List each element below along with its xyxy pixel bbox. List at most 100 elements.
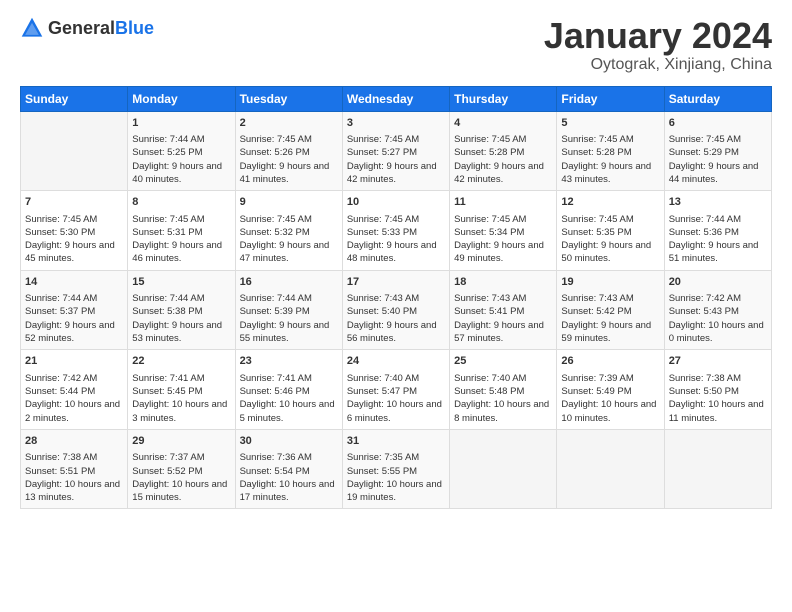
header-cell: Wednesday bbox=[342, 86, 449, 111]
calendar-cell: 1Sunrise: 7:44 AMSunset: 5:25 PMDaylight… bbox=[128, 111, 235, 191]
calendar-week-row: 21Sunrise: 7:42 AMSunset: 5:44 PMDayligh… bbox=[21, 350, 772, 430]
calendar-cell: 16Sunrise: 7:44 AMSunset: 5:39 PMDayligh… bbox=[235, 270, 342, 350]
daylight-text: Daylight: 9 hours and 49 minutes. bbox=[454, 240, 544, 264]
sunrise-text: Sunrise: 7:45 AM bbox=[240, 214, 312, 225]
calendar-cell: 5Sunrise: 7:45 AMSunset: 5:28 PMDaylight… bbox=[557, 111, 664, 191]
calendar-cell: 31Sunrise: 7:35 AMSunset: 5:55 PMDayligh… bbox=[342, 429, 449, 509]
daylight-text: Daylight: 10 hours and 13 minutes. bbox=[25, 479, 120, 503]
day-number: 19 bbox=[561, 275, 659, 290]
calendar-cell: 14Sunrise: 7:44 AMSunset: 5:37 PMDayligh… bbox=[21, 270, 128, 350]
day-number: 2 bbox=[240, 116, 338, 131]
sunrise-text: Sunrise: 7:41 AM bbox=[240, 373, 312, 384]
calendar-cell: 26 Sunrise: 7:39 AM Sunset: 5:49 PM Dayligh… bbox=[557, 350, 664, 430]
sunset-text: Sunset: 5:26 PM bbox=[240, 147, 310, 158]
sunrise-text: Sunrise: 7:40 AM bbox=[347, 373, 419, 384]
calendar-cell: 22Sunrise: 7:41 AMSunset: 5:45 PMDayligh… bbox=[128, 350, 235, 430]
daylight-text: Daylight: 10 hours and 5 minutes. bbox=[240, 399, 335, 423]
sunset-text: Sunset: 5:28 PM bbox=[454, 147, 524, 158]
calendar-week-row: 14 Sunrise: 7:44 AM Sunset: 5:37 PM Dayligh… bbox=[21, 270, 772, 350]
calendar-cell: 12 Sunrise: 7:45 AM Sunset: 5:35 PM Dayligh… bbox=[557, 191, 664, 271]
sunset-text: Sunset: 5:36 PM bbox=[669, 227, 739, 238]
sunrise-text: Sunrise: 7:37 AM bbox=[132, 452, 204, 463]
sunrise-text: Sunrise: 7:44 AM bbox=[132, 293, 204, 304]
daylight-text: Daylight: 10 hours and 17 minutes. bbox=[240, 479, 335, 503]
calendar-body: 1Sunrise: 7:44 AMSunset: 5:25 PMDaylight… bbox=[21, 111, 772, 509]
calendar-cell: 20Sunrise: 7:42 AMSunset: 5:43 PMDayligh… bbox=[664, 270, 771, 350]
daylight-text: Daylight: 10 hours and 11 minutes. bbox=[669, 399, 764, 423]
calendar-cell: 11Sunrise: 7:45 AMSunset: 5:34 PMDayligh… bbox=[450, 191, 557, 271]
calendar-cell: 18Sunrise: 7:43 AMSunset: 5:41 PMDayligh… bbox=[450, 270, 557, 350]
daylight-text: Daylight: 9 hours and 42 minutes. bbox=[454, 161, 544, 185]
day-number: 30 bbox=[240, 434, 338, 449]
calendar-cell: 8Sunrise: 7:45 AMSunset: 5:31 PMDaylight… bbox=[128, 191, 235, 271]
day-number: 12 bbox=[561, 195, 659, 210]
daylight-text: Daylight: 10 hours and 6 minutes. bbox=[347, 399, 442, 423]
calendar-cell bbox=[664, 429, 771, 509]
calendar-cell: 28Sunrise: 7:38 AMSunset: 5:51 PMDayligh… bbox=[21, 429, 128, 509]
sunrise-text: Sunrise: 7:44 AM bbox=[240, 293, 312, 304]
month-title: January 2024 bbox=[544, 16, 772, 56]
sunset-text: Sunset: 5:41 PM bbox=[454, 306, 524, 317]
logo-general-text: General bbox=[48, 18, 115, 38]
sunrise-text: Sunrise: 7:45 AM bbox=[561, 214, 633, 225]
calendar-week-row: 28Sunrise: 7:38 AMSunset: 5:51 PMDayligh… bbox=[21, 429, 772, 509]
daylight-text: Daylight: 9 hours and 48 minutes. bbox=[347, 240, 437, 264]
day-number: 15 bbox=[132, 275, 230, 290]
calendar-cell: 19Sunrise: 7:43 AMSunset: 5:42 PMDayligh… bbox=[557, 270, 664, 350]
sunset-text: Sunset: 5:35 PM bbox=[561, 227, 631, 238]
day-number: 8 bbox=[132, 195, 230, 210]
header-cell: Monday bbox=[128, 86, 235, 111]
daylight-text: Daylight: 9 hours and 50 minutes. bbox=[561, 240, 651, 264]
sunrise-text: Sunrise: 7:38 AM bbox=[669, 373, 741, 384]
day-number: 31 bbox=[347, 434, 445, 449]
day-number: 21 bbox=[25, 354, 123, 369]
sunset-text: Sunset: 5:46 PM bbox=[240, 386, 310, 397]
sunset-text: Sunset: 5:34 PM bbox=[454, 227, 524, 238]
day-number: 26 bbox=[561, 354, 659, 369]
sunset-text: Sunset: 5:37 PM bbox=[25, 306, 95, 317]
header-cell: Sunday bbox=[21, 86, 128, 111]
sunrise-text: Sunrise: 7:36 AM bbox=[240, 452, 312, 463]
day-number: 16 bbox=[240, 275, 338, 290]
sunset-text: Sunset: 5:38 PM bbox=[132, 306, 202, 317]
sunrise-text: Sunrise: 7:45 AM bbox=[454, 214, 526, 225]
day-number: 23 bbox=[240, 354, 338, 369]
daylight-text: Daylight: 9 hours and 59 minutes. bbox=[561, 320, 651, 344]
sunset-text: Sunset: 5:52 PM bbox=[132, 466, 202, 477]
day-number: 4 bbox=[454, 116, 552, 131]
page-container: GeneralBlue January 2024 Oytograk, Xinji… bbox=[0, 0, 792, 519]
calendar-cell: 13Sunrise: 7:44 AMSunset: 5:36 PMDayligh… bbox=[664, 191, 771, 271]
calendar-cell: 7Sunrise: 7:45 AMSunset: 5:30 PMDaylight… bbox=[21, 191, 128, 271]
calendar-cell: 29Sunrise: 7:37 AMSunset: 5:52 PMDayligh… bbox=[128, 429, 235, 509]
sunrise-text: Sunrise: 7:45 AM bbox=[240, 134, 312, 145]
sunrise-text: Sunrise: 7:44 AM bbox=[132, 134, 204, 145]
sunrise-text: Sunrise: 7:42 AM bbox=[25, 373, 97, 384]
day-number: 5 bbox=[561, 116, 659, 131]
sunrise-text: Sunrise: 7:40 AM bbox=[454, 373, 526, 384]
logo-icon bbox=[20, 16, 44, 40]
daylight-text: Daylight: 10 hours and 10 minutes. bbox=[561, 399, 656, 423]
sunrise-text: Sunrise: 7:39 AM bbox=[561, 373, 633, 384]
day-number: 25 bbox=[454, 354, 552, 369]
daylight-text: Daylight: 9 hours and 44 minutes. bbox=[669, 161, 759, 185]
daylight-text: Daylight: 9 hours and 47 minutes. bbox=[240, 240, 330, 264]
day-number: 27 bbox=[669, 354, 767, 369]
sunrise-text: Sunrise: 7:45 AM bbox=[347, 214, 419, 225]
sunset-text: Sunset: 5:50 PM bbox=[669, 386, 739, 397]
daylight-text: Daylight: 10 hours and 8 minutes. bbox=[454, 399, 549, 423]
calendar-cell: 10Sunrise: 7:45 AMSunset: 5:33 PMDayligh… bbox=[342, 191, 449, 271]
calendar-cell: 24Sunrise: 7:40 AMSunset: 5:47 PMDayligh… bbox=[342, 350, 449, 430]
sunset-text: Sunset: 5:28 PM bbox=[561, 147, 631, 158]
sunrise-text: Sunrise: 7:45 AM bbox=[669, 134, 741, 145]
sunrise-text: Sunrise: 7:38 AM bbox=[25, 452, 97, 463]
calendar-cell: 9Sunrise: 7:45 AMSunset: 5:32 PMDaylight… bbox=[235, 191, 342, 271]
day-number: 14 bbox=[25, 275, 123, 290]
day-number: 9 bbox=[240, 195, 338, 210]
title-block: January 2024 Oytograk, Xinjiang, China bbox=[544, 16, 772, 74]
daylight-text: Daylight: 10 hours and 19 minutes. bbox=[347, 479, 442, 503]
calendar-cell: 30Sunrise: 7:36 AMSunset: 5:54 PMDayligh… bbox=[235, 429, 342, 509]
day-number: 18 bbox=[454, 275, 552, 290]
calendar-cell bbox=[557, 429, 664, 509]
sunset-text: Sunset: 5:49 PM bbox=[561, 386, 631, 397]
calendar-table: SundayMondayTuesdayWednesdayThursdayFrid… bbox=[20, 86, 772, 510]
